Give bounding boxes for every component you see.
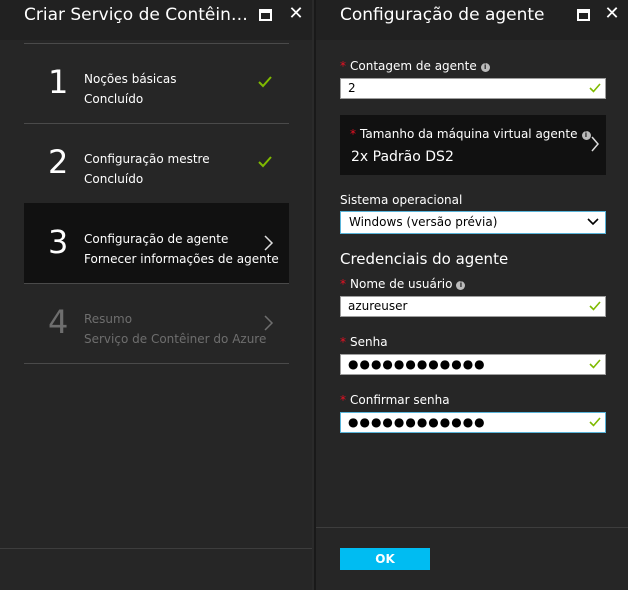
checkmark-icon [258, 156, 272, 168]
step-title: Resumo [84, 312, 133, 326]
password-input[interactable]: ●●●●●●●●●●●● [340, 354, 606, 375]
chevron-right-icon [591, 136, 599, 152]
label-text: Tamanho da máquina virtual agente [360, 127, 578, 141]
divider [24, 363, 289, 364]
divider [316, 527, 628, 528]
blade-header: Criar Serviço de Contêiner d... ✕ [0, 0, 312, 40]
username-input[interactable]: azureuser [340, 296, 606, 317]
label-text: Senha [350, 335, 388, 349]
blade-title: Configuração de agente [340, 5, 545, 25]
info-icon[interactable]: i [456, 281, 466, 290]
wizard-step-4: 4 Resumo Serviço de Contêiner do Azure [24, 283, 289, 363]
close-icon[interactable]: ✕ [287, 5, 305, 24]
wizard-step-1[interactable]: 1 Noções básicas Concluído [24, 43, 289, 123]
wizard-step-2[interactable]: 2 Configuração mestre Concluído [24, 123, 289, 203]
chevron-down-icon [587, 218, 599, 226]
label-text: Confirmar senha [350, 393, 450, 407]
confirm-password-input[interactable]: ●●●●●●●●●●●● [340, 412, 606, 433]
label-text: Nome de usuário [350, 277, 453, 291]
close-icon[interactable]: ✕ [603, 5, 621, 24]
input-value: 2 [348, 81, 356, 95]
wizard-step-3[interactable]: 3 Configuração de agente Fornecer inform… [24, 203, 289, 283]
confirm-password-label: * Confirmar senha [340, 393, 450, 407]
step-status: Concluído [84, 92, 144, 106]
vm-size-label: * Tamanho da máquina virtual agente i [350, 127, 591, 141]
step-status: Serviço de Contêiner do Azure [84, 332, 267, 346]
required-marker: * [340, 59, 346, 73]
checkmark-icon [258, 76, 272, 88]
input-value: azureuser [348, 299, 408, 313]
step-number: 1 [48, 63, 69, 101]
label-text: Contagem de agente [350, 59, 477, 73]
step-title: Configuração mestre [84, 152, 210, 166]
step-status: Concluído [84, 172, 144, 186]
credentials-heading: Credenciais do agente [340, 250, 509, 268]
divider [0, 548, 312, 549]
agent-configuration-blade: Configuração de agente ✕ * Contagem de ag… [314, 0, 628, 590]
maximize-icon[interactable] [577, 9, 590, 21]
maximize-icon[interactable] [259, 9, 272, 21]
checkmark-icon [589, 83, 601, 93]
step-title: Configuração de agente [84, 232, 229, 246]
step-number: 3 [48, 223, 69, 261]
vm-size-value: 2x Padrão DS2 [351, 149, 454, 165]
step-status: Fornecer informações de agente [84, 252, 279, 266]
blade-title: Criar Serviço de Contêiner d... [24, 5, 250, 25]
step-title: Noções básicas [84, 72, 177, 86]
checkmark-icon [589, 301, 601, 311]
os-label: Sistema operacional [340, 193, 463, 207]
os-dropdown[interactable]: Windows (versão prévia) [340, 211, 606, 234]
blade-header: Configuração de agente ✕ [316, 0, 628, 40]
agent-count-input[interactable]: 2 [340, 78, 606, 99]
input-value: ●●●●●●●●●●●● [348, 415, 486, 429]
password-label: * Senha [340, 335, 388, 349]
checkmark-icon [589, 417, 601, 427]
step-number: 4 [48, 303, 69, 341]
required-marker: * [340, 335, 346, 349]
create-container-service-blade: Criar Serviço de Contêiner d... ✕ 1 Noçõ… [0, 0, 312, 590]
required-marker: * [340, 277, 346, 291]
agent-count-label: * Contagem de agente i [340, 59, 490, 73]
vm-size-picker[interactable]: * Tamanho da máquina virtual agente i 2x P… [340, 115, 606, 175]
step-number: 2 [48, 143, 69, 181]
checkmark-icon [589, 359, 601, 369]
ok-button[interactable]: OK [340, 548, 430, 570]
input-value: ●●●●●●●●●●●● [348, 357, 486, 371]
selected-value: Windows (versão prévia) [349, 215, 498, 229]
required-marker: * [350, 127, 356, 141]
chevron-right-icon [264, 235, 274, 251]
username-label: * Nome de usuário i [340, 277, 466, 291]
info-icon[interactable]: i [480, 63, 490, 72]
chevron-right-icon [264, 315, 274, 331]
required-marker: * [340, 393, 346, 407]
